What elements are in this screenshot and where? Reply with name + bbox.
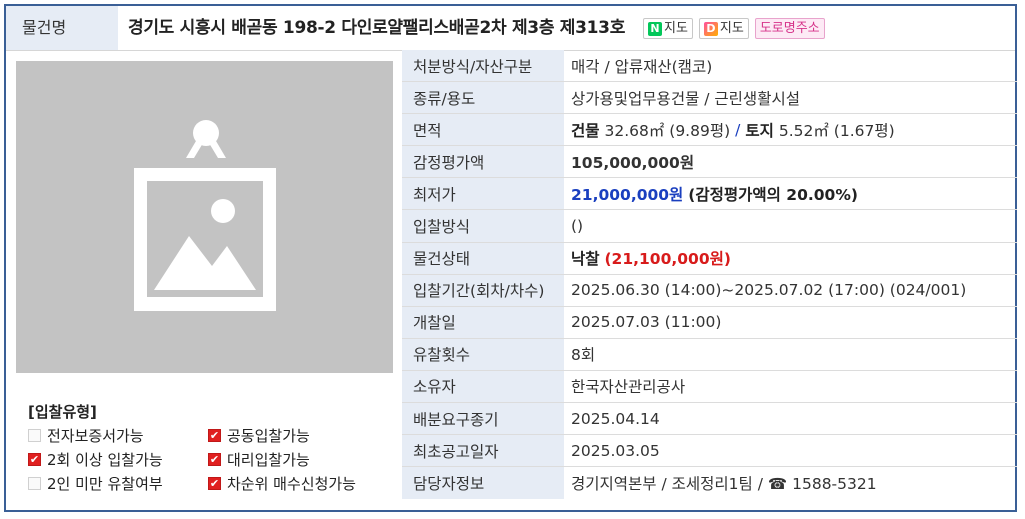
bid-option-label: 2회 이상 입찰가능: [47, 450, 163, 469]
contact-value: 경기지역본부 / 조세정리1팀 / ☎ 1588-5321: [571, 475, 877, 494]
bid-option: ✔ 차순위 매수신청가능: [208, 473, 398, 493]
table-row: 입찰기간(회차/차수) 2025.06.30 (14:00)~2025.07.0…: [402, 274, 1017, 307]
minimum-price-ratio: (감정평가액의 20.00%): [688, 185, 858, 204]
title-label: 물건명: [6, 6, 118, 50]
checked-checkbox-icon: ✔: [28, 452, 41, 466]
map-buttons: N 지도 D 지도 도로명주소: [643, 18, 825, 39]
image-placeholder-icon: [134, 120, 276, 311]
appraisal-value: 105,000,000원: [571, 153, 695, 172]
road-address-button[interactable]: 도로명주소: [754, 18, 825, 39]
row-label: 종류/용도: [402, 82, 564, 114]
distribution-deadline-value: 2025.04.14: [571, 409, 660, 428]
row-label: 입찰방식: [402, 210, 564, 242]
row-label: 담당자정보: [402, 467, 564, 500]
checked-checkbox-icon: ✔: [208, 476, 221, 490]
row-label: 배분요구종기: [402, 403, 564, 435]
category-value: 상가용및업무용건물 / 근린생활시설: [571, 89, 800, 108]
owner-value: 한국자산관리공사: [571, 378, 686, 397]
bid-option-label: 대리입찰가능: [227, 450, 310, 469]
land-label: 토지: [745, 121, 774, 140]
table-row: 소유자 한국자산관리공사: [402, 370, 1017, 404]
building-label: 건물: [571, 121, 600, 140]
table-row: 유찰횟수 8회: [402, 338, 1017, 371]
table-row: 처분방식/자산구분 매각 / 압류재산(캠코): [402, 50, 1017, 83]
area-separator: /: [735, 120, 741, 139]
bid-type-section: [입찰유형] 전자보증서가능 ✔ 공동입찰가능 ✔ 2회 이상 입찰가능 ✔ 대…: [28, 401, 398, 493]
bid-option: ✔ 2회 이상 입찰가능: [28, 449, 208, 469]
property-details-table: 처분방식/자산구분 매각 / 압류재산(캠코) 종류/용도 상가용및업무용건물 …: [402, 50, 1017, 500]
bid-type-list: 전자보증서가능 ✔ 공동입찰가능 ✔ 2회 이상 입찰가능 ✔ 대리입찰가능 2…: [28, 425, 398, 493]
land-area: 5.52㎡ (1.67평): [778, 121, 895, 140]
row-label: 입찰기간(회차/차수): [402, 274, 564, 306]
failed-count-value: 8회: [571, 346, 596, 365]
table-row: 면적 건물 32.68㎡ (9.89평) / 토지 5.52㎡ (1.67평): [402, 114, 1017, 147]
row-label: 물건상태: [402, 242, 564, 274]
checked-checkbox-icon: ✔: [208, 428, 221, 442]
bid-option-label: 전자보증서가능: [47, 426, 144, 445]
building-area: 32.68㎡ (9.89평): [604, 121, 731, 140]
table-row: 입찰방식 (): [402, 210, 1017, 243]
bid-option-label: 차순위 매수신청가능: [227, 474, 356, 493]
row-label: 최초공고일자: [402, 435, 564, 467]
disposal-value: 매각 / 압류재산(캠코): [571, 57, 713, 76]
table-row: 최저가 21,000,000원 (감정평가액의 20.00%): [402, 178, 1017, 211]
table-row: 배분요구종기 2025.04.14: [402, 403, 1017, 436]
area-value: 건물 32.68㎡ (9.89평) / 토지 5.52㎡ (1.67평): [564, 114, 1017, 145]
naver-map-label: 지도: [664, 20, 688, 36]
table-row: 종류/용도 상가용및업무용건물 / 근린생활시설: [402, 82, 1017, 115]
property-title: 경기도 시흥시 배곧동 198-2 다인로얄팰리스배곧2차 제3층 제313호: [128, 18, 626, 38]
minimum-price-value: 21,000,000원 (감정평가액의 20.00%): [564, 178, 1017, 209]
bid-option: 전자보증서가능: [28, 425, 208, 445]
checked-checkbox-icon: ✔: [208, 452, 221, 466]
opening-date-value: 2025.07.03 (11:00): [571, 313, 722, 332]
row-label: 유찰횟수: [402, 338, 564, 370]
first-notice-value: 2025.03.05: [571, 441, 660, 460]
table-row: 담당자정보 경기지역본부 / 조세정리1팀 / ☎ 1588-5321: [402, 467, 1017, 500]
naver-map-button[interactable]: N 지도: [643, 18, 693, 39]
status-value: 낙찰 (21,100,000원): [564, 243, 1017, 274]
unchecked-checkbox-icon: [28, 428, 41, 442]
property-image-placeholder[interactable]: [16, 61, 393, 373]
row-label: 처분방식/자산구분: [402, 50, 564, 82]
table-row: 최초공고일자 2025.03.05: [402, 435, 1017, 468]
bid-type-heading: [입찰유형]: [28, 403, 97, 421]
status-badge: 낙찰: [571, 250, 600, 269]
bid-option: ✔ 대리입찰가능: [208, 449, 398, 469]
title-bar: 물건명 경기도 시흥시 배곧동 198-2 다인로얄팰리스배곧2차 제3층 제3…: [6, 6, 1015, 51]
row-label: 개찰일: [402, 306, 564, 338]
daum-map-button[interactable]: D 지도: [698, 18, 749, 39]
table-row: 개찰일 2025.07.03 (11:00): [402, 306, 1017, 339]
daum-map-label: 지도: [719, 20, 744, 36]
unchecked-checkbox-icon: [28, 476, 41, 490]
row-label: 소유자: [402, 370, 564, 403]
minimum-price: 21,000,000원: [571, 185, 684, 204]
row-label: 최저가: [402, 178, 564, 210]
row-label: 면적: [402, 114, 564, 146]
table-row: 물건상태 낙찰 (21,100,000원): [402, 242, 1017, 275]
row-label: 감정평가액: [402, 146, 564, 178]
naver-logo-icon: N: [648, 21, 662, 36]
bid-option-label: 2인 미만 유찰여부: [47, 474, 163, 493]
bid-period-value: 2025.06.30 (14:00)~2025.07.02 (17:00) (0…: [571, 281, 967, 300]
bid-option: ✔ 공동입찰가능: [208, 425, 398, 445]
bid-method-value: (): [571, 217, 584, 236]
table-row: 감정평가액 105,000,000원: [402, 146, 1017, 179]
winning-amount: (21,100,000원): [604, 250, 731, 269]
bid-option-label: 공동입찰가능: [227, 426, 310, 445]
daum-logo-icon: D: [703, 21, 718, 36]
bid-option: 2인 미만 유찰여부: [28, 473, 208, 493]
